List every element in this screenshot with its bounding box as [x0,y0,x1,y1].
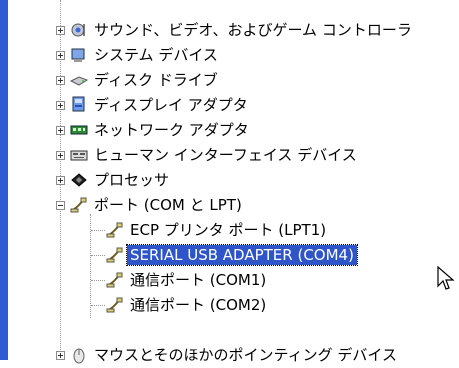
tree-item-label: マウスとそのほかのポインティング デバイス [94,346,397,364]
expand-icon[interactable] [56,76,65,85]
hid-icon [70,146,88,164]
display-adapter-icon [70,96,88,114]
disk-drive-icon [70,71,88,89]
tree-item-label: システム デバイス [94,46,218,64]
tree-item-hid[interactable]: ヒューマン インターフェイス デバイス [0,142,459,168]
device-tree[interactable]: サウンド、ビデオ、およびゲーム コントローラ システム デバイス ディスク ドラ… [0,0,459,364]
port-icon [106,296,124,314]
tree-item-label-selected: SERIAL USB ADAPTER (COM4) [126,244,358,266]
tree-item-ecp-printer-port[interactable]: ECP プリンタ ポート (LPT1) [0,217,459,243]
sound-icon [70,21,88,39]
tree-item-serial-usb-adapter[interactable]: SERIAL USB ADAPTER (COM4) [0,242,459,268]
tree-item-label: ネットワーク アダプタ [94,121,249,139]
tree-item-label: ディスプレイ アダプタ [94,96,248,114]
tree-item-label: ECP プリンタ ポート (LPT1) [130,221,327,239]
tree-item-disk-drives[interactable]: ディスク ドライブ [0,67,459,93]
expand-icon[interactable] [56,101,65,110]
tree-item-display-adapters[interactable]: ディスプレイ アダプタ [0,92,459,118]
tree-item-label: プロセッサ [94,171,170,189]
tree-item-label: サウンド、ビデオ、およびゲーム コントローラ [94,21,412,39]
tree-item-label: 通信ポート (COM1) [130,271,267,289]
port-icon [106,246,124,264]
expand-icon[interactable] [56,176,65,185]
tree-item-label: 通信ポート (COM2) [130,296,267,314]
expand-icon[interactable] [56,51,65,60]
collapse-icon[interactable] [56,201,65,210]
mouse-cursor-icon [437,265,455,292]
mouse-icon [70,346,88,364]
expand-icon[interactable] [56,351,65,360]
expand-icon[interactable] [56,151,65,160]
port-icon [106,271,124,289]
tree-item-network-adapters[interactable]: ネットワーク アダプタ [0,117,459,143]
tree-item-com1[interactable]: 通信ポート (COM1) [0,267,459,293]
processor-icon [70,171,88,189]
tree-item-mice[interactable]: マウスとそのほかのポインティング デバイス [0,342,459,368]
tree-item-com2[interactable]: 通信ポート (COM2) [0,292,459,318]
network-adapter-icon [70,121,88,139]
tree-item-label: ポート (COM と LPT) [94,196,242,214]
expand-icon[interactable] [56,26,65,35]
tree-item-processors[interactable]: プロセッサ [0,167,459,193]
port-icon [70,196,88,214]
expand-icon[interactable] [56,126,65,135]
tree-item-label: ヒューマン インターフェイス デバイス [94,146,357,164]
tree-item-system-devices[interactable]: システム デバイス [0,42,459,68]
port-icon [106,221,124,239]
system-device-icon [70,46,88,64]
tree-item-ports[interactable]: ポート (COM と LPT) [0,192,459,218]
tree-item-sound[interactable]: サウンド、ビデオ、およびゲーム コントローラ [0,17,459,43]
tree-item-label: ディスク ドライブ [94,71,218,89]
